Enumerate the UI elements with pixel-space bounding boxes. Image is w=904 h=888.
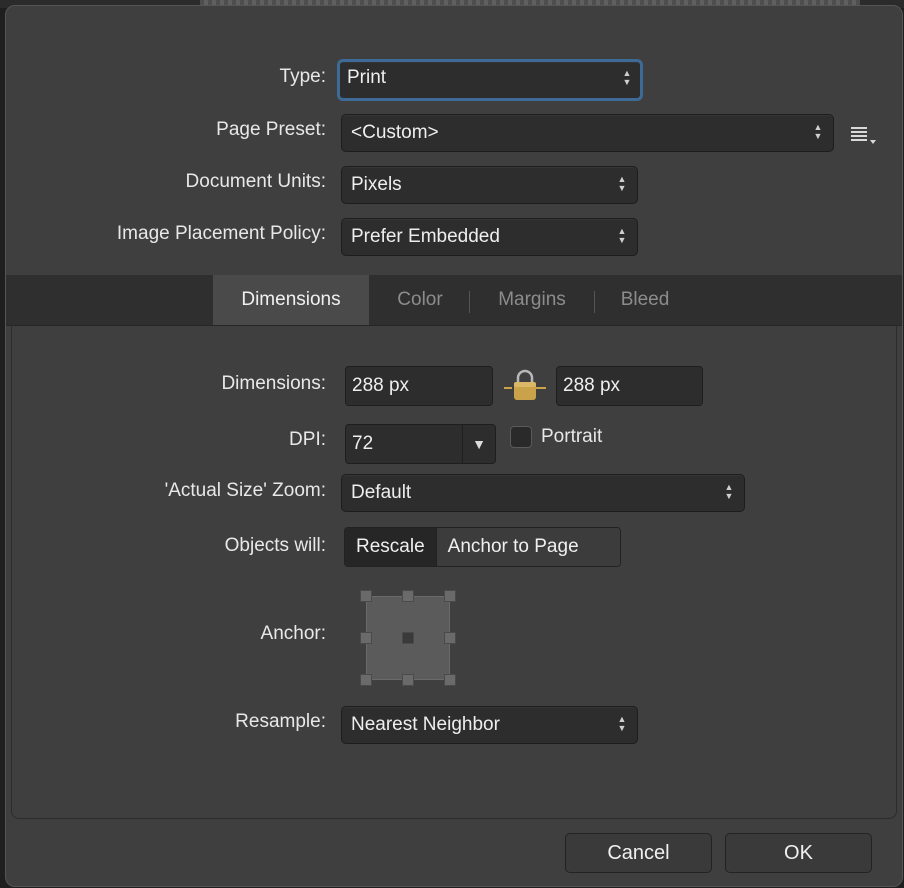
document-units-value: Pixels: [351, 174, 402, 195]
ok-button[interactable]: OK: [725, 833, 872, 873]
anchor-top-center[interactable]: [402, 590, 414, 602]
rescale-option[interactable]: Rescale: [345, 528, 436, 566]
portrait-label[interactable]: Portrait: [541, 426, 602, 448]
page-preset-popup[interactable]: <Custom> ▲ ▼: [341, 114, 834, 152]
anchor-label: Anchor:: [260, 623, 326, 644]
dpi-value: 72: [352, 433, 374, 454]
resample-popup[interactable]: Nearest Neighbor ▲ ▼: [341, 706, 638, 744]
anchor-middle-right[interactable]: [444, 632, 456, 644]
page-preset-value: <Custom>: [351, 122, 439, 143]
up-down-arrows-icon: ▲ ▼: [813, 122, 823, 141]
height-field[interactable]: 288 px: [556, 366, 703, 406]
document-units-popup[interactable]: Pixels ▲ ▼: [341, 166, 638, 204]
width-field[interactable]: 288 px: [345, 366, 493, 406]
anchor-top-left[interactable]: [360, 590, 372, 602]
zoom-value: Default: [351, 482, 412, 503]
cancel-button[interactable]: Cancel: [565, 833, 712, 873]
image-placement-popup[interactable]: Prefer Embedded ▲ ▼: [341, 218, 638, 256]
image-placement-value: Prefer Embedded: [351, 226, 500, 247]
resample-value: Nearest Neighbor: [351, 714, 500, 735]
portrait-checkbox[interactable]: [510, 426, 532, 448]
anchor-grid[interactable]: [358, 590, 458, 686]
anchor-middle-left[interactable]: [360, 632, 372, 644]
tab-separator: [469, 291, 470, 313]
dpi-combo[interactable]: 72 ▼: [345, 424, 496, 464]
dpi-label: DPI:: [289, 429, 326, 450]
tab-margins[interactable]: Margins: [472, 275, 592, 325]
anchor-top-right[interactable]: [444, 590, 456, 602]
tab-bleed[interactable]: Bleed: [597, 275, 693, 325]
anchor-bottom-center[interactable]: [402, 674, 414, 686]
document-units-label: Document Units:: [185, 171, 326, 192]
zoom-label: 'Actual Size' Zoom:: [164, 480, 326, 501]
list-menu-icon[interactable]: [849, 124, 881, 146]
zoom-popup[interactable]: Default ▲ ▼: [341, 474, 745, 512]
image-placement-label: Image Placement Policy:: [116, 223, 326, 244]
up-down-arrows-icon: ▲ ▼: [617, 174, 627, 193]
lock-icon[interactable]: [502, 368, 548, 404]
anchor-bottom-right[interactable]: [444, 674, 456, 686]
type-label: Type:: [279, 66, 326, 87]
objects-segmented-control: Rescale Anchor to Page: [344, 527, 621, 567]
objects-label: Objects will:: [224, 535, 326, 556]
type-value: Print: [347, 67, 387, 88]
anchor-center[interactable]: [402, 632, 414, 644]
type-popup[interactable]: Print ▲ ▼: [337, 59, 643, 101]
tab-bar: Dimensions Color Margins Bleed: [6, 275, 902, 326]
up-down-arrows-icon: ▲ ▼: [724, 482, 734, 501]
resample-label: Resample:: [235, 711, 326, 732]
triangle-down-icon[interactable]: ▼: [463, 425, 495, 463]
page-preset-label: Page Preset:: [216, 119, 326, 140]
tab-color[interactable]: Color: [374, 275, 466, 325]
tab-dimensions[interactable]: Dimensions: [213, 275, 369, 325]
anchor-bottom-left[interactable]: [360, 674, 372, 686]
up-down-arrows-icon: ▲ ▼: [617, 714, 627, 733]
dimensions-label: Dimensions:: [221, 373, 326, 394]
up-down-arrows-icon: ▲ ▼: [622, 68, 632, 87]
anchor-to-page-option[interactable]: Anchor to Page: [435, 528, 620, 566]
tab-separator: [594, 291, 595, 313]
new-document-dialog: Type: Print ▲ ▼ Page Preset: <Custom> ▲ ▼ …: [5, 5, 903, 887]
up-down-arrows-icon: ▲ ▼: [617, 226, 627, 245]
